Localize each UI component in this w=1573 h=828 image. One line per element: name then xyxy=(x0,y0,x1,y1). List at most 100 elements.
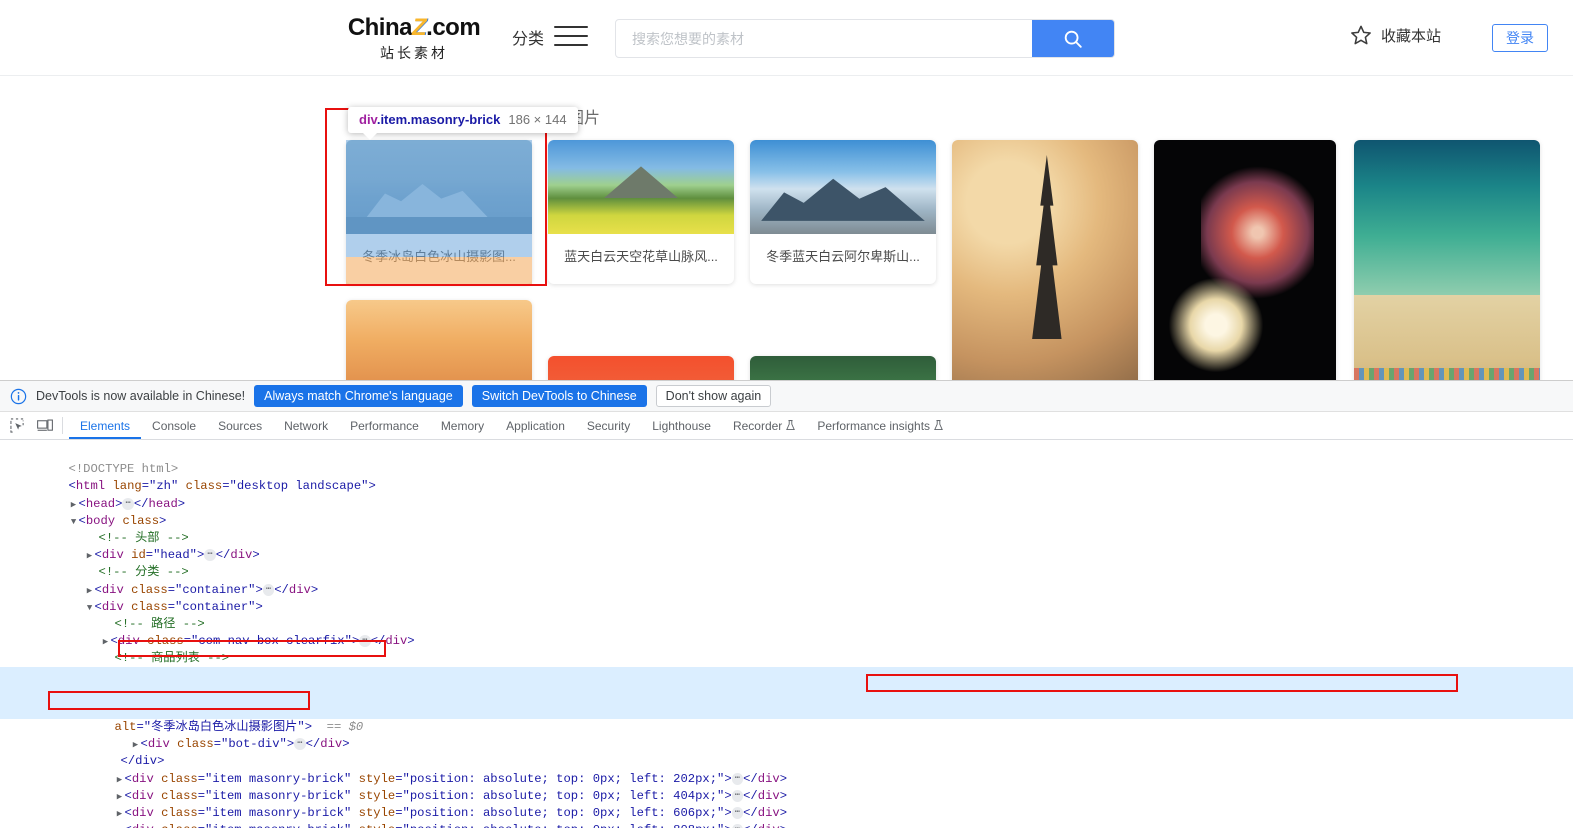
pine-tree-shape xyxy=(1032,155,1062,339)
result-card[interactable] xyxy=(1354,140,1540,380)
devtools-tab-bar: Elements Console Sources Network Perform… xyxy=(0,412,1573,440)
tab-label: Console xyxy=(152,418,197,433)
logo-text-pre: China xyxy=(347,14,413,41)
login-button[interactable]: 登录 xyxy=(1492,24,1548,52)
devtools-language-notice: DevTools is now available in Chinese! Al… xyxy=(0,381,1573,412)
device-toolbar-glyph xyxy=(36,419,53,431)
dom-line-selected-brick[interactable]: <div class="item masonry-brick" style="p… xyxy=(0,667,1573,700)
logo-wordmark: ChinaZ.com xyxy=(344,14,484,42)
notice-text: DevTools is now available in Chinese! xyxy=(36,389,246,403)
tooltip-dimensions: 186 × 144 xyxy=(508,112,567,127)
tab-label: Memory xyxy=(440,418,485,433)
tab-performance-insights[interactable]: Performance insights xyxy=(806,412,954,439)
dom-line[interactable]: <div class="com-nav-box clearfix">⋯</div… xyxy=(0,616,1573,648)
dom-line[interactable]: <div id="head">⋯</div> xyxy=(0,530,1573,562)
dom-line[interactable]: <div class="bot-div">⋯</div> xyxy=(0,719,1573,751)
tab-recorder[interactable]: Recorder xyxy=(722,412,806,439)
logo-text-z: Z xyxy=(411,14,427,41)
favorite-site-label: 收藏本站 xyxy=(1380,27,1441,45)
search-input[interactable] xyxy=(616,20,1032,57)
result-caption: 蓝天白云天空花草山脉风... xyxy=(564,249,718,264)
tab-sources[interactable]: Sources xyxy=(207,412,273,439)
dom-line-masonry-container[interactable]: <div class="tupian-list com-img-txt-list… xyxy=(0,650,1573,682)
toolbar-divider xyxy=(62,417,63,434)
result-thumbnail xyxy=(548,356,734,380)
tab-elements[interactable]: Elements xyxy=(69,412,141,439)
tooltip-class-names: .item.masonry-brick xyxy=(376,112,501,127)
dom-line[interactable]: <head>⋯</head> xyxy=(0,478,1573,511)
dom-line-img[interactable]: ⋯<img src="//scpic1.chinaz.net/files/def… xyxy=(0,684,1573,717)
tab-network[interactable]: Network xyxy=(273,412,339,439)
image-results-grid: 图片 冬季冰岛白色冰山摄影图... 蓝天白云天空花草山脉风... 冬季蓝天白云阿… xyxy=(0,76,1573,380)
tab-memory[interactable]: Memory xyxy=(430,412,495,439)
inspect-element-icon[interactable] xyxy=(4,412,31,439)
star-icon xyxy=(1351,25,1371,45)
dom-line[interactable]: <div class="container">⋯</div> xyxy=(0,564,1573,597)
dom-line[interactable]: <body class> xyxy=(0,496,1573,528)
dom-line[interactable]: <div class="item masonry-brick" style="p… xyxy=(0,753,1573,786)
tab-label: Performance xyxy=(350,418,419,433)
dom-line[interactable]: <div class="item masonry-brick" style="p… xyxy=(0,805,1573,828)
tab-console[interactable]: Console xyxy=(141,412,207,439)
mountain-shape xyxy=(603,166,679,199)
result-card[interactable] xyxy=(952,140,1138,380)
hamburger-menu-icon[interactable] xyxy=(554,26,588,50)
dom-line[interactable]: <!-- 路径 --> xyxy=(0,599,1573,631)
result-card[interactable] xyxy=(1154,140,1336,380)
hamburger-bar xyxy=(554,44,588,46)
dom-line[interactable]: <div class="item masonry-brick" style="p… xyxy=(0,788,1573,820)
dom-line[interactable]: <!-- 分类 --> xyxy=(0,547,1573,579)
switch-devtools-to-chinese-button[interactable]: Switch DevTools to Chinese xyxy=(471,385,647,407)
result-card[interactable]: 冬季冰岛白色冰山摄影图... xyxy=(346,140,532,284)
tab-label: Security xyxy=(586,418,631,433)
dom-tree[interactable]: <!DOCTYPE html> <html lang="zh" class="d… xyxy=(0,440,1573,828)
devtools-panel: DevTools is now available in Chinese! Al… xyxy=(0,380,1573,828)
tab-label: Elements xyxy=(80,418,131,433)
dom-line[interactable]: </div> xyxy=(0,736,1573,768)
umbrellas-band xyxy=(1354,367,1540,380)
screenshot-root: ChinaZ.com 站长素材 分类 搜索您想要的素材 收藏本站 登录 图片 冬… xyxy=(0,0,1573,828)
dom-line[interactable]: <!-- 头部 --> xyxy=(0,513,1573,545)
dom-line[interactable]: <div class="container"> xyxy=(0,582,1573,614)
site-logo[interactable]: ChinaZ.com 站长素材 xyxy=(344,14,484,62)
result-card[interactable] xyxy=(548,356,734,380)
tab-label: Application xyxy=(506,418,565,433)
favorite-site-button[interactable]: 收藏本站 xyxy=(1350,24,1441,46)
always-match-language-button[interactable]: Always match Chrome's language xyxy=(254,385,463,407)
tab-label: Performance insights xyxy=(817,418,931,433)
ocean-band xyxy=(1354,140,1540,295)
result-thumbnail xyxy=(346,300,532,380)
tab-lighthouse[interactable]: Lighthouse xyxy=(641,412,722,439)
search-icon xyxy=(1064,30,1082,48)
result-caption: 冬季蓝天白云阿尔卑斯山... xyxy=(766,249,920,264)
result-thumbnail xyxy=(1354,140,1540,380)
tab-label: Sources xyxy=(218,418,263,433)
tooltip-tag-name: div xyxy=(359,112,377,127)
result-card[interactable] xyxy=(750,356,936,380)
tab-label: Lighthouse xyxy=(652,418,711,433)
result-thumbnail xyxy=(548,140,734,234)
tab-application[interactable]: Application xyxy=(495,412,576,439)
result-thumbnail xyxy=(952,140,1138,380)
result-card[interactable] xyxy=(346,300,532,380)
tab-security[interactable]: Security xyxy=(576,412,641,439)
search-button[interactable] xyxy=(1032,20,1114,57)
result-thumbnail xyxy=(346,140,532,234)
tab-performance[interactable]: Performance xyxy=(339,412,430,439)
hamburger-bar xyxy=(554,26,588,28)
dom-line[interactable]: <html lang="zh" class="desktop landscape… xyxy=(0,461,1573,493)
nav-category-label[interactable]: 分类 xyxy=(512,25,544,49)
dom-line[interactable]: <!DOCTYPE html> xyxy=(0,444,1573,476)
mountain-shape xyxy=(761,178,925,221)
result-card[interactable]: 冬季蓝天白云阿尔卑斯山... xyxy=(750,140,936,284)
website-page: ChinaZ.com 站长素材 分类 搜索您想要的素材 收藏本站 登录 图片 冬… xyxy=(0,0,1573,380)
dom-line[interactable]: <div class="item masonry-brick" style="p… xyxy=(0,822,1573,828)
device-toolbar-icon[interactable] xyxy=(31,412,58,439)
dom-line[interactable]: <!-- 商品列表 --> xyxy=(0,633,1573,665)
hamburger-bar xyxy=(554,35,588,37)
result-card[interactable]: 蓝天白云天空花草山脉风... xyxy=(548,140,734,284)
dom-line[interactable]: <div class="item masonry-brick" style="p… xyxy=(0,771,1573,803)
water-band xyxy=(346,217,532,234)
dont-show-again-button[interactable]: Don't show again xyxy=(655,385,772,407)
dom-line-img-alt[interactable]: alt="冬季冰岛白色冰山摄影图片"> == $0 xyxy=(0,701,1573,734)
